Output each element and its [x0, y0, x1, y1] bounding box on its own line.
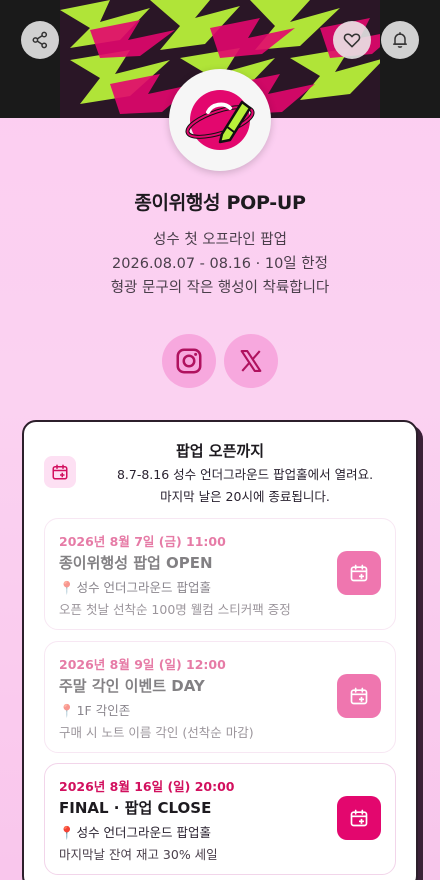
notification-button[interactable] — [381, 21, 419, 59]
card-subtitle-2: 마지막 날은 20시에 종료됩니다. — [160, 489, 330, 504]
add-to-calendar-button[interactable] — [337, 796, 381, 840]
event-date: 2026년 8월 16일 (일) 20:00 — [59, 779, 235, 794]
description-line-2: 2026.08.07 - 08.16 · 10일 한정 — [112, 256, 328, 272]
event-item[interactable]: 2026년 8월 9일 (일) 12:00 주말 각인 이벤트 DAY 📍 1F … — [44, 641, 396, 753]
page-title: 종이위행성 POP-UP — [134, 192, 306, 214]
x-icon — [240, 350, 262, 372]
calendar-plus-icon — [350, 809, 368, 827]
pin-icon: 📍 — [59, 825, 75, 840]
event-note: 마지막날 잔여 재고 30% 세일 — [59, 847, 218, 862]
bell-icon — [393, 31, 407, 48]
x-link[interactable] — [224, 334, 278, 388]
card-title: 팝업 오픈까지 — [175, 442, 265, 460]
event-name: 종이위행성 팝업 OPEN — [59, 554, 213, 572]
instagram-icon — [176, 348, 202, 374]
event-location-text: 성수 언더그라운드 팝업홀 — [76, 825, 212, 840]
planet-pencil-logo-icon — [185, 90, 255, 150]
countdown-card: 팝업 오픈까지 8.7-8.16 성수 언더그라운드 팝업홀에서 열려요. 마지… — [22, 420, 418, 880]
add-to-calendar-button[interactable] — [337, 674, 381, 718]
share-button[interactable] — [21, 21, 59, 59]
event-item[interactable]: 2026년 8월 7일 (금) 11:00 종이위행성 팝업 OPEN 📍 성수 … — [44, 518, 396, 630]
event-date: 2026년 8월 7일 (금) 11:00 — [59, 534, 226, 549]
card-subtitle-1: 8.7-8.16 성수 언더그라운드 팝업홀에서 열려요. — [116, 467, 374, 482]
event-note: 오픈 첫날 선착순 100명 웰컴 스티커팩 증정 — [59, 602, 291, 617]
pin-icon: 📍 — [59, 580, 75, 595]
event-location: 📍 성수 언더그라운드 팝업홀 — [59, 577, 211, 596]
pin-icon: 📍 — [59, 703, 75, 718]
event-location-text: 성수 언더그라운드 팝업홀 — [76, 580, 212, 595]
instagram-link[interactable] — [162, 334, 216, 388]
event-location: 📍 성수 언더그라운드 팝업홀 — [59, 822, 211, 841]
event-name: 주말 각인 이벤트 DAY — [59, 677, 205, 695]
calendar-plus-icon — [52, 464, 68, 480]
event-date: 2026년 8월 9일 (일) 12:00 — [59, 657, 226, 672]
event-note: 구매 시 노트 이름 각인 (선착순 마감) — [59, 725, 254, 740]
description-line-3: 형광 문구의 작은 행성이 착륙합니다 — [110, 280, 330, 296]
add-to-calendar-button[interactable] — [337, 551, 381, 595]
calendar-badge — [44, 456, 76, 488]
share-icon — [32, 31, 48, 49]
event-location-text: 1F 각인존 — [76, 703, 131, 718]
event-item[interactable]: 2026년 8월 16일 (일) 20:00 FINAL · 팝업 CLOSE … — [44, 763, 396, 875]
favorite-button[interactable] — [333, 21, 371, 59]
event-location: 📍 1F 각인존 — [59, 700, 130, 719]
calendar-plus-icon — [350, 564, 368, 582]
heart-icon — [343, 33, 361, 48]
calendar-plus-icon — [350, 687, 368, 705]
event-name: FINAL · 팝업 CLOSE — [59, 799, 212, 817]
brand-logo — [169, 69, 271, 171]
description-line-1: 성수 첫 오프라인 팝업 — [153, 232, 287, 248]
